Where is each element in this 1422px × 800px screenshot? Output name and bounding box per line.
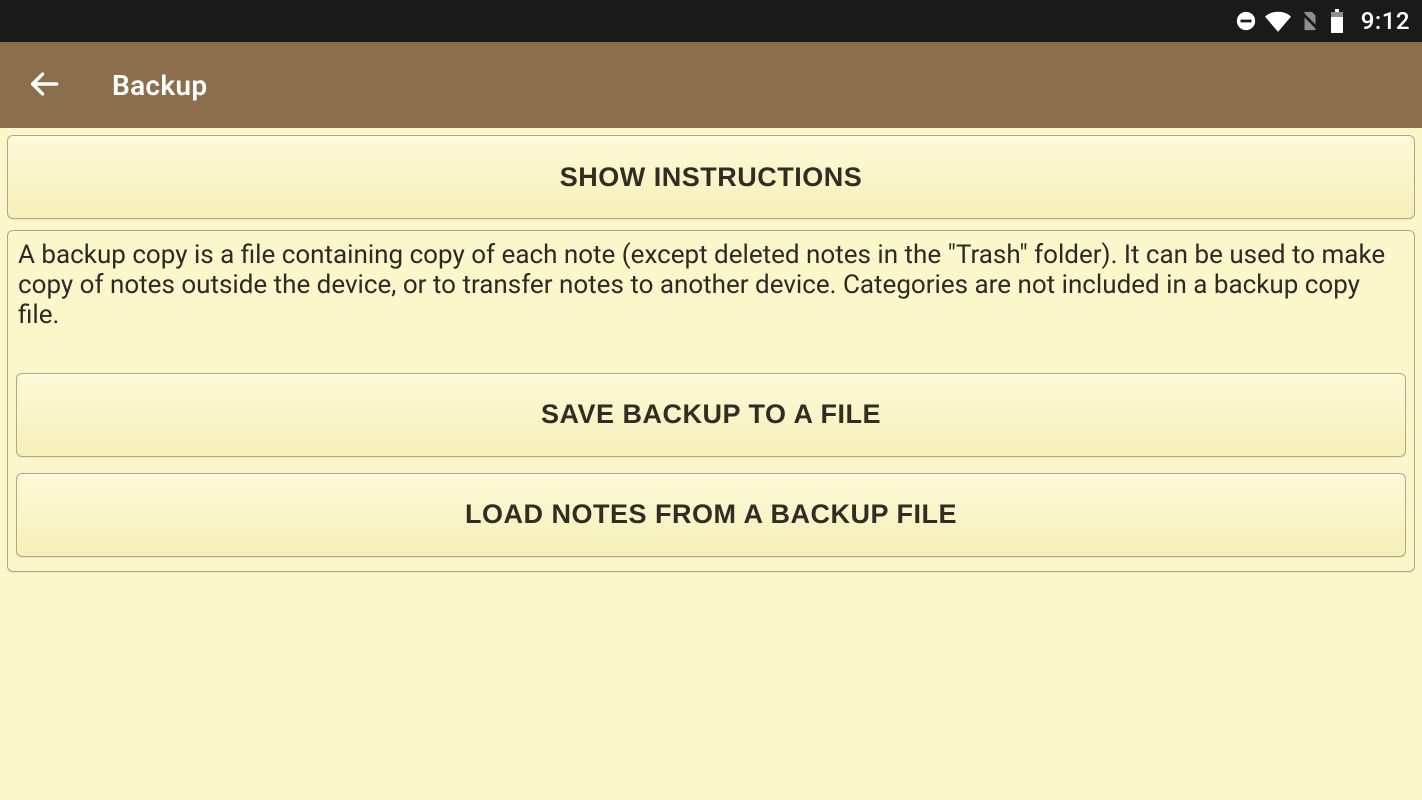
save-backup-button[interactable]: SAVE BACKUP TO A FILE (16, 373, 1406, 457)
show-instructions-button[interactable]: SHOW INSTRUCTIONS (7, 135, 1415, 219)
android-status-bar: 9:12 (0, 0, 1422, 42)
do-not-disturb-icon (1235, 10, 1257, 32)
load-backup-button[interactable]: LOAD NOTES FROM A BACKUP FILE (16, 473, 1406, 557)
status-icons: 9:12 (1235, 7, 1410, 35)
page-title: Backup (112, 69, 207, 102)
save-backup-label: SAVE BACKUP TO A FILE (541, 399, 881, 430)
back-button[interactable] (20, 61, 68, 109)
no-sim-icon (1299, 10, 1321, 32)
load-backup-label: LOAD NOTES FROM A BACKUP FILE (465, 499, 957, 530)
wifi-icon (1265, 10, 1291, 32)
backup-description: A backup copy is a file containing copy … (16, 239, 1406, 331)
show-instructions-label: SHOW INSTRUCTIONS (560, 162, 863, 193)
battery-icon (1329, 9, 1345, 33)
backup-panel: A backup copy is a file containing copy … (7, 230, 1415, 572)
arrow-back-icon (27, 67, 61, 104)
status-clock: 9:12 (1361, 7, 1410, 35)
content-area: SHOW INSTRUCTIONS A backup copy is a fil… (0, 128, 1422, 572)
app-bar: Backup (0, 42, 1422, 128)
